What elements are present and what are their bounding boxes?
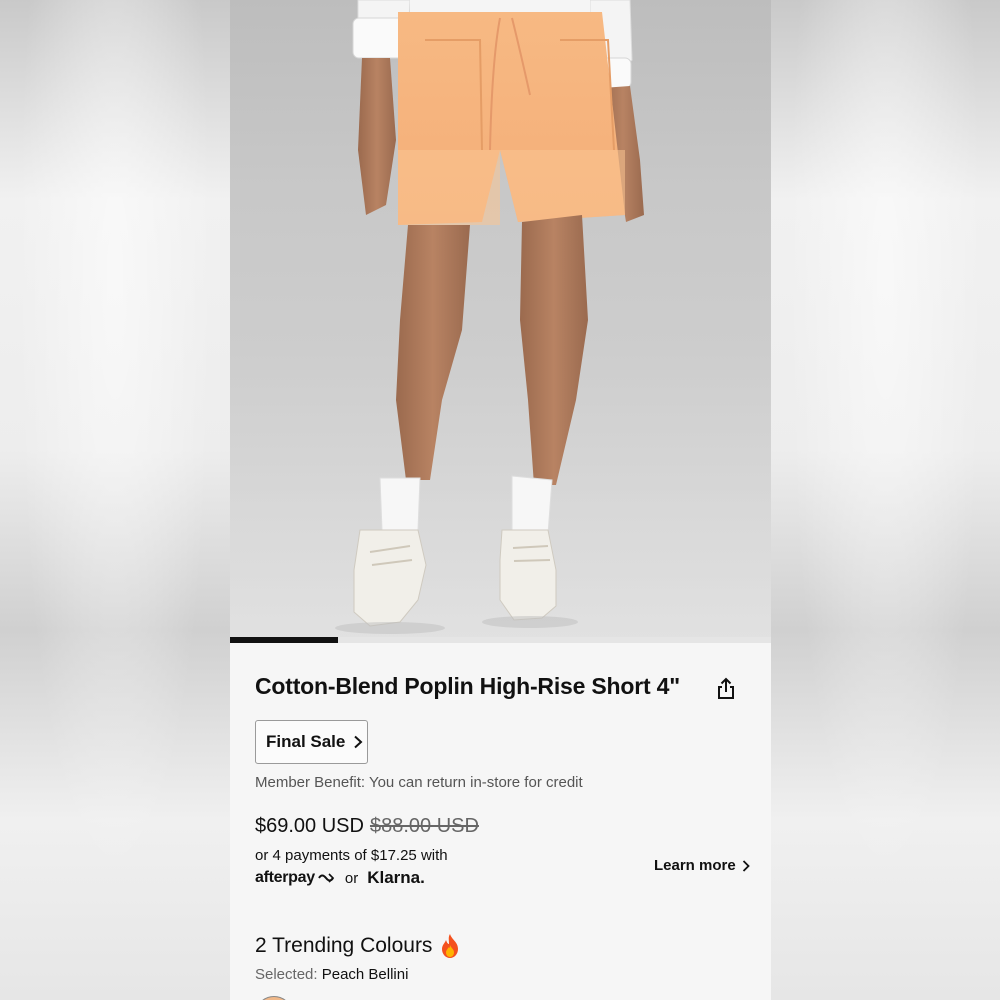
afterpay-label: afterpay (255, 869, 315, 886)
share-button[interactable] (714, 676, 738, 702)
product-info-panel: Cotton-Blend Poplin High-Rise Short 4" F… (230, 643, 771, 1000)
final-sale-button[interactable]: Final Sale (255, 720, 368, 764)
colours-heading: 2 Trending Colours (255, 933, 462, 959)
share-icon (718, 677, 734, 699)
price-row: $69.00 USD $88.00 USD (255, 815, 479, 838)
learn-more-link[interactable]: Learn more (654, 857, 750, 874)
price-current: $69.00 USD (255, 815, 364, 837)
selected-prefix: Selected: (255, 966, 322, 983)
fire-icon (442, 934, 459, 958)
final-sale-label: Final Sale (266, 732, 346, 751)
selected-colour: Selected: Peach Bellini (255, 966, 408, 983)
installments-text: or 4 payments of $17.25 with (255, 847, 448, 864)
or-text: or (344, 869, 359, 887)
klarna-logo[interactable]: Klarna. (367, 868, 425, 888)
learn-more-label: Learn more (654, 857, 736, 874)
chevron-right-icon (354, 735, 363, 749)
colour-swatch-peach-bellini[interactable] (255, 996, 293, 1000)
product-title: Cotton-Blend Poplin High-Rise Short 4" (255, 673, 680, 699)
selected-colour-name: Peach Bellini (321, 966, 409, 983)
afterpay-logo[interactable]: afterpay (255, 869, 335, 887)
product-image[interactable] (230, 0, 771, 637)
colours-heading-text: 2 Trending Colours (255, 934, 433, 957)
afterpay-arrows-icon (318, 873, 334, 883)
model-illustration (230, 0, 771, 637)
member-benefit-text: Member Benefit: You can return in-store … (255, 774, 583, 791)
background-blur-left (0, 0, 230, 1000)
chevron-right-icon (742, 859, 750, 872)
price-original: $88.00 USD (369, 815, 479, 837)
background-blur-right (771, 0, 1000, 1000)
phone-screen: Cotton-Blend Poplin High-Rise Short 4" F… (230, 0, 771, 1000)
payment-providers: afterpay or Klarna. (255, 868, 425, 888)
